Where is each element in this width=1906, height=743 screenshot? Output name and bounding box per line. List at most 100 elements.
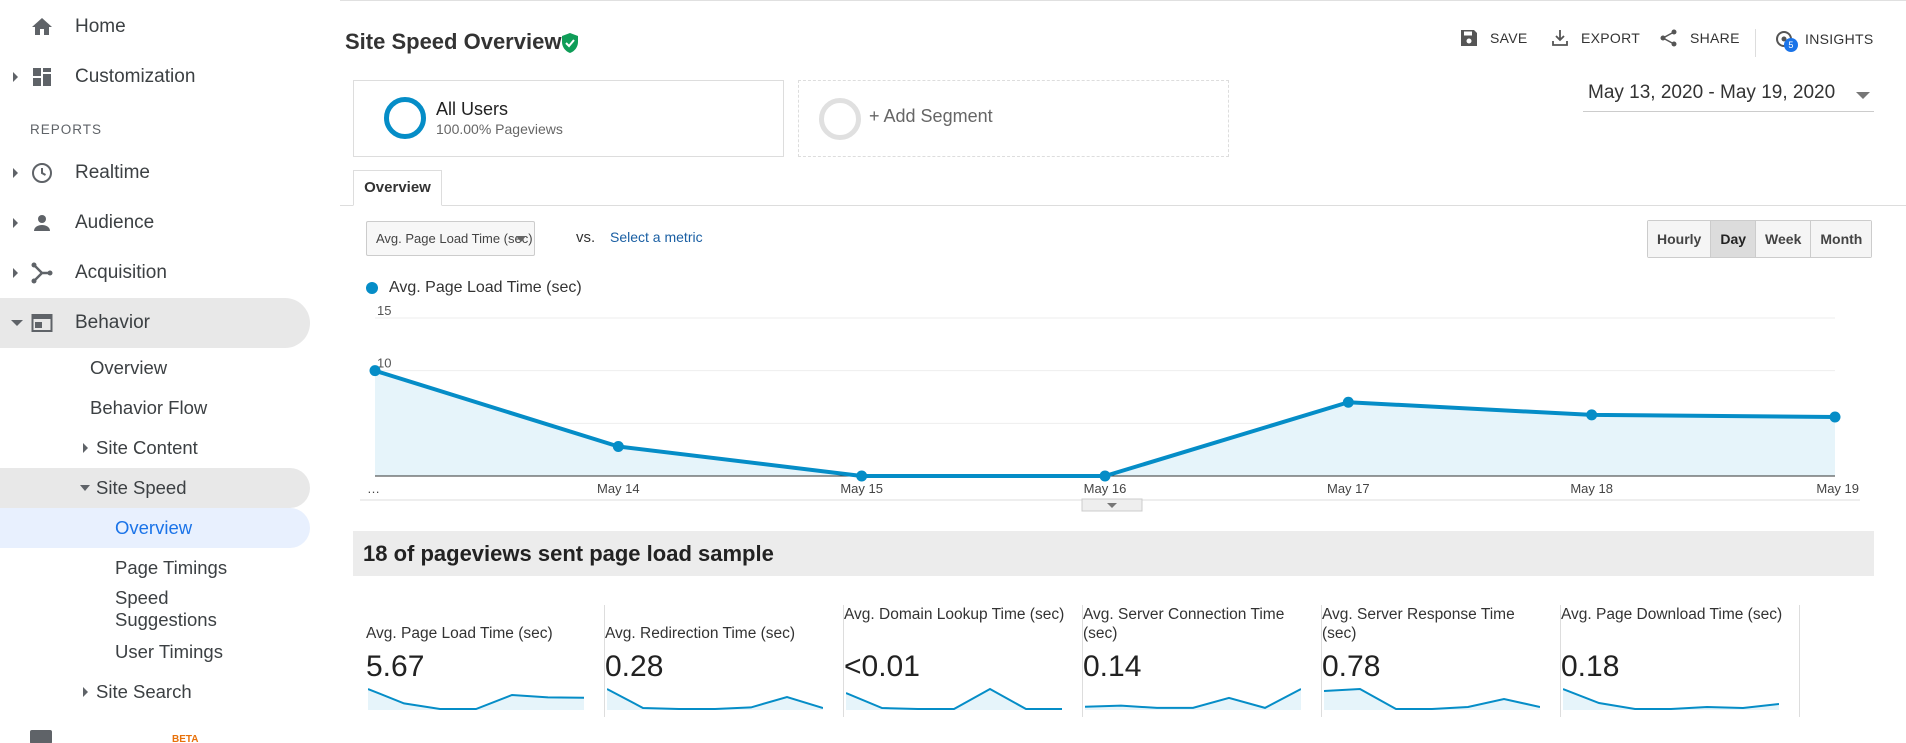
- tab-overview[interactable]: Overview: [353, 170, 442, 206]
- sidebar-item-behavior[interactable]: Behavior: [0, 298, 310, 348]
- chevron-down-icon: [1856, 92, 1870, 99]
- legend-label: Avg. Page Load Time (sec): [389, 279, 582, 296]
- data-point[interactable]: [1342, 396, 1354, 408]
- data-point[interactable]: [1099, 470, 1111, 482]
- chevron-down-icon: [516, 236, 526, 242]
- chevron-right-icon: [83, 687, 88, 697]
- sparkline: [607, 688, 823, 710]
- add-segment-button[interactable]: + Add Segment: [798, 80, 1229, 157]
- sidebar-item-label: Customization: [75, 66, 196, 87]
- data-point[interactable]: [856, 470, 868, 482]
- sparkline: [368, 688, 584, 710]
- stat-name: Avg. Page Load Time (sec): [366, 625, 553, 642]
- sidebar-item-user-timings[interactable]: User Timings: [115, 632, 223, 672]
- sparkline: [1085, 688, 1301, 710]
- sidebar-item-site-speed-overview[interactable]: Overview: [0, 508, 310, 548]
- share-icon: [1660, 29, 1677, 47]
- legend-swatch: [366, 282, 378, 294]
- segment-all-users[interactable]: All Users 100.00% Pageviews: [353, 80, 784, 157]
- sidebar-item-site-content[interactable]: Site Content: [83, 428, 198, 468]
- chevron-right-icon: [13, 168, 18, 178]
- insights-button[interactable]: 5 INSIGHTS: [1774, 29, 1874, 52]
- sidebar-item-label: Audience: [75, 212, 155, 233]
- x-tick-label: …: [367, 481, 380, 496]
- chevron-right-icon: [13, 218, 18, 228]
- stat-value: <0.01: [844, 650, 920, 683]
- insights-icon: 5: [1774, 29, 1798, 52]
- home-icon: [30, 15, 54, 39]
- sidebar-item-label: Realtime: [75, 162, 150, 183]
- clock-icon: [30, 161, 54, 185]
- vs-label: vs.: [576, 229, 596, 246]
- person-icon: [30, 211, 54, 235]
- stat-value: 0.14: [1083, 650, 1142, 683]
- stat-value: 0.18: [1561, 650, 1620, 683]
- dashboard-icon: [30, 65, 54, 89]
- sparkline-line: [1085, 688, 1301, 709]
- chevron-right-icon: [13, 72, 18, 82]
- sidebar-item-label: Acquisition: [75, 262, 167, 283]
- save-icon: [1461, 30, 1477, 46]
- x-tick-label: May 19: [1816, 481, 1859, 496]
- metric-select[interactable]: Avg. Page Load Time (sec): [366, 221, 535, 256]
- stat-name: Avg. Page Download Time (sec): [1561, 606, 1783, 623]
- date-range-picker[interactable]: May 13, 2020 - May 19, 2020: [1583, 82, 1874, 112]
- granularity-hourly-button[interactable]: Hourly: [1648, 221, 1712, 257]
- save-button[interactable]: SAVE: [1460, 29, 1528, 47]
- sidebar-item-label: Behavior: [75, 312, 150, 333]
- segment-subtitle: 100.00% Pageviews: [436, 121, 563, 137]
- add-segment-label: + Add Segment: [869, 106, 993, 126]
- acquisition-icon: [30, 261, 54, 285]
- export-button[interactable]: EXPORT: [1551, 29, 1640, 47]
- reports-heading: REPORTS: [30, 122, 103, 137]
- stat-tile[interactable]: Avg. Page Load Time (sec) 5.67: [366, 605, 605, 717]
- sidebar-item-behavior-overview[interactable]: Overview: [90, 348, 167, 388]
- sidebar-item-site-speed[interactable]: Site Speed: [0, 468, 310, 508]
- insights-count-badge: 5: [1784, 38, 1798, 52]
- granularity-month-button[interactable]: Month: [1811, 221, 1872, 257]
- x-tick-label: May 16: [1084, 481, 1127, 496]
- granularity-week-button[interactable]: Week: [1756, 221, 1812, 257]
- report-header: Site Speed Overview SAVE EXPORT SHARE 5: [340, 0, 1906, 68]
- chevron-right-icon: [13, 268, 18, 278]
- data-point[interactable]: [1829, 411, 1841, 423]
- sidebar: Home Customization REPORTS Realtime Audi…: [0, 0, 316, 743]
- sample-text: 18 of pageviews sent page load sample: [363, 541, 774, 566]
- sparkline-area: [368, 689, 584, 710]
- stat-name: Avg. Server Response Time (sec): [1322, 606, 1515, 642]
- sidebar-item-behavior-flow[interactable]: Behavior Flow: [90, 388, 207, 428]
- x-tick-label: May 15: [840, 481, 883, 496]
- sidebar-item-site-search[interactable]: Site Search: [83, 672, 192, 712]
- stat-tile[interactable]: Avg. Redirection Time (sec) 0.28: [605, 605, 844, 717]
- stat-tile[interactable]: Avg. Server Connection Time (sec) 0.14: [1083, 605, 1322, 717]
- chart-collapse-handle[interactable]: [1081, 498, 1143, 512]
- x-tick-label: May 14: [597, 481, 640, 496]
- chevron-right-icon: [83, 443, 88, 453]
- sidebar-item-speed-suggestions[interactable]: Speed Suggestions: [115, 587, 245, 633]
- beta-badge: BETA: [172, 734, 199, 743]
- granularity-day-button[interactable]: Day: [1711, 221, 1757, 257]
- stat-tile[interactable]: Avg. Page Download Time (sec) 0.18: [1561, 605, 1800, 717]
- data-point[interactable]: [369, 365, 381, 377]
- tab-divider: [340, 205, 1906, 206]
- sidebar-item-page-timings[interactable]: Page Timings: [115, 548, 227, 588]
- line-chart: 51015…May 14May 15May 16May 17May 18May …: [360, 303, 1860, 512]
- segment-ring-icon: [819, 98, 861, 140]
- share-button[interactable]: SHARE: [1660, 29, 1740, 47]
- toolbar-divider: [1755, 29, 1756, 57]
- data-point[interactable]: [1586, 409, 1598, 421]
- export-icon: [1552, 30, 1568, 46]
- select-metric-link[interactable]: Select a metric: [610, 229, 703, 245]
- stat-value: 0.78: [1322, 650, 1381, 683]
- sparkline-line: [846, 687, 1062, 710]
- data-point[interactable]: [612, 441, 624, 453]
- x-tick-label: May 18: [1570, 481, 1613, 496]
- chevron-down-icon: [11, 320, 23, 326]
- stat-name: Avg. Server Connection Time (sec): [1083, 606, 1285, 642]
- stat-tile[interactable]: Avg. Domain Lookup Time (sec) <0.01: [844, 605, 1083, 717]
- verified-shield-icon: [560, 32, 580, 54]
- stat-name: Avg. Domain Lookup Time (sec): [844, 606, 1065, 623]
- stat-tile[interactable]: Avg. Server Response Time (sec) 0.78: [1322, 605, 1561, 717]
- stat-value: 5.67: [366, 650, 425, 683]
- behavior-icon: [30, 311, 54, 335]
